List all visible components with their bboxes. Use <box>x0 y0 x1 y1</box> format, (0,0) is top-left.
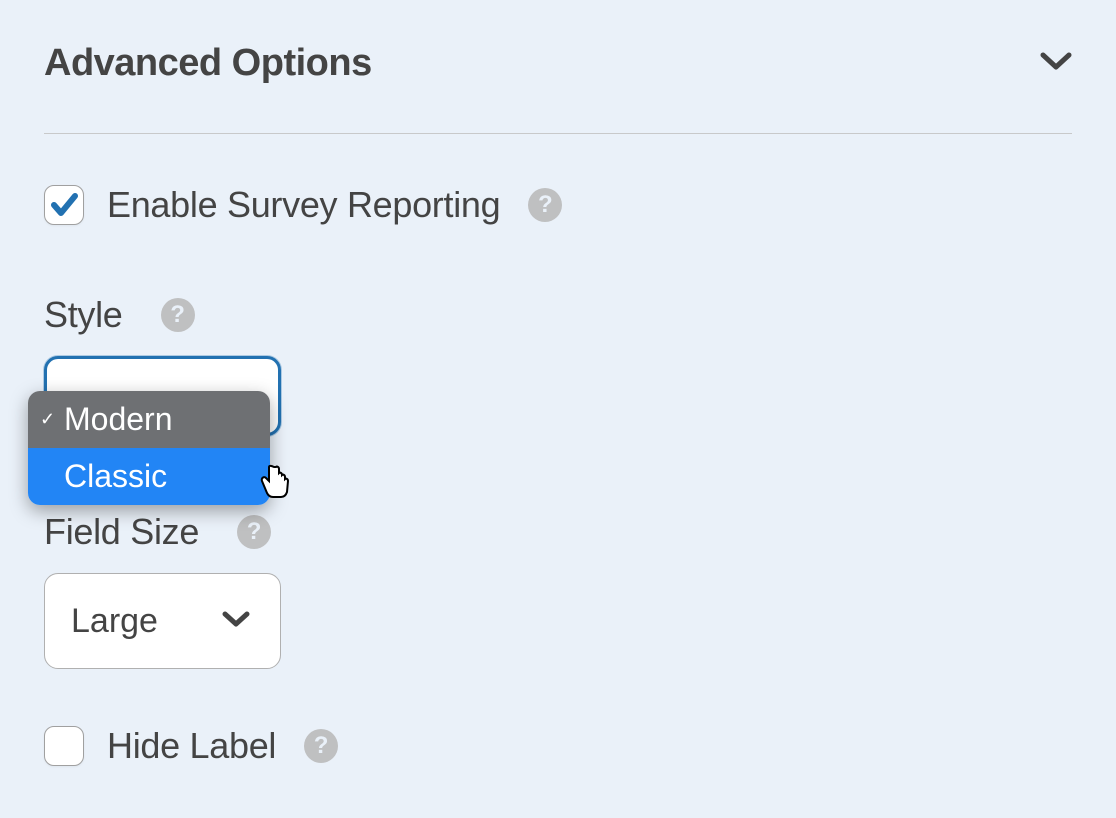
help-icon[interactable]: ? <box>237 515 271 549</box>
question-mark-icon: ? <box>247 518 262 546</box>
dropdown-item-label: Classic <box>64 458 167 495</box>
advanced-options-header[interactable]: Advanced Options <box>44 42 1072 134</box>
check-icon <box>50 191 78 219</box>
question-mark-icon: ? <box>170 301 185 329</box>
hide-label-checkbox[interactable] <box>44 726 84 766</box>
enable-survey-reporting-label: Enable Survey Reporting <box>107 184 500 226</box>
field-size-group: Field Size ? Large <box>44 511 1072 669</box>
question-mark-icon: ? <box>314 732 329 760</box>
style-option-classic[interactable]: Classic <box>28 448 270 505</box>
hide-label-row: Hide Label ? <box>44 725 1072 767</box>
chevron-down-icon <box>222 610 250 633</box>
help-icon[interactable]: ? <box>161 298 195 332</box>
style-field-group: Style ? ✓ Modern Classic <box>44 294 1072 441</box>
style-option-modern[interactable]: ✓ Modern <box>28 391 270 448</box>
enable-survey-reporting-checkbox[interactable] <box>44 185 84 225</box>
hide-label-label: Hide Label <box>107 725 276 767</box>
style-dropdown-menu: ✓ Modern Classic <box>28 391 270 505</box>
style-label: Style <box>44 294 123 336</box>
field-size-value: Large <box>71 602 158 641</box>
cursor-hand-icon <box>257 459 293 504</box>
help-icon[interactable]: ? <box>528 188 562 222</box>
question-mark-icon: ? <box>538 191 553 219</box>
section-title: Advanced Options <box>44 42 372 85</box>
check-icon: ✓ <box>40 409 55 430</box>
chevron-down-icon[interactable] <box>1040 51 1072 76</box>
enable-survey-reporting-row: Enable Survey Reporting ? <box>44 184 1072 226</box>
field-size-select[interactable]: Large <box>44 573 281 669</box>
help-icon[interactable]: ? <box>304 729 338 763</box>
field-size-label: Field Size <box>44 511 199 553</box>
style-select[interactable]: ✓ Modern Classic <box>44 356 281 436</box>
dropdown-item-label: Modern <box>64 401 173 438</box>
